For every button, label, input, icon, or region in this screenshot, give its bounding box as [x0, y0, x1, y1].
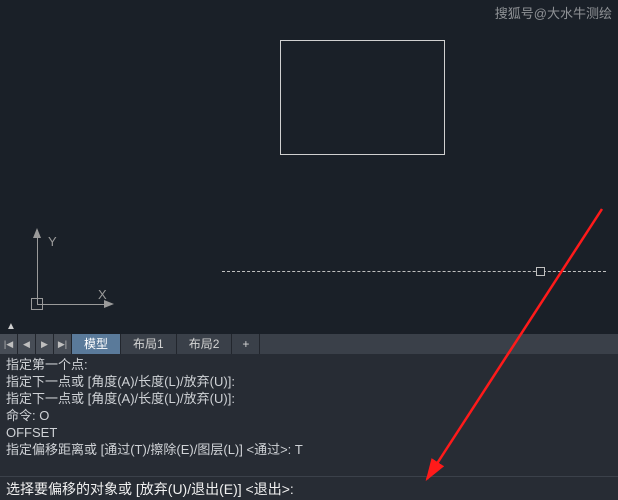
- nav-next-icon[interactable]: ▶: [36, 334, 54, 354]
- cmd-line-5: 指定偏移距离或 [通过(T)/擦除(E)/图层(L)] <通过>: T: [6, 441, 612, 458]
- nav-prev-icon[interactable]: ◀: [18, 334, 36, 354]
- ucs-x-label: X: [98, 287, 107, 302]
- watermark: 搜狐号@大水牛测绘: [495, 3, 612, 22]
- tracking-line: [222, 271, 606, 272]
- tab-model[interactable]: 模型: [72, 334, 121, 354]
- command-history[interactable]: 指定第一个点: 指定下一点或 [角度(A)/长度(L)/放弃(U)]: 指定下一…: [0, 354, 618, 476]
- ucs-y-label: Y: [48, 234, 57, 249]
- command-prompt: 选择要偏移的对象或 [放弃(U)/退出(E)] <退出>:: [6, 481, 294, 497]
- rectangle-entity[interactable]: [280, 40, 445, 155]
- tab-layout1[interactable]: 布局1: [121, 334, 177, 354]
- cmd-line-2: 指定下一点或 [角度(A)/长度(L)/放弃(U)]:: [6, 390, 612, 407]
- cmd-line-4: OFFSET: [6, 424, 612, 441]
- cmd-line-1: 指定下一点或 [角度(A)/长度(L)/放弃(U)]:: [6, 373, 612, 390]
- nav-first-icon[interactable]: |◀: [0, 334, 18, 354]
- nav-last-icon[interactable]: ▶|: [54, 334, 72, 354]
- cmd-line-0: 指定第一个点:: [6, 356, 612, 373]
- cmd-line-3: 命令: O: [6, 407, 612, 424]
- command-collapse-toggle[interactable]: ▲: [4, 321, 18, 333]
- drawing-viewport[interactable]: Y X: [0, 0, 618, 321]
- tab-add[interactable]: +: [232, 334, 260, 354]
- ucs-icon: Y X: [18, 230, 108, 320]
- layout-tab-bar: |◀ ◀ ▶ ▶| 模型 布局1 布局2 +: [0, 334, 618, 354]
- tab-layout2[interactable]: 布局2: [177, 334, 233, 354]
- command-input[interactable]: 选择要偏移的对象或 [放弃(U)/退出(E)] <退出>:: [0, 476, 618, 500]
- tracking-grip[interactable]: [536, 267, 545, 276]
